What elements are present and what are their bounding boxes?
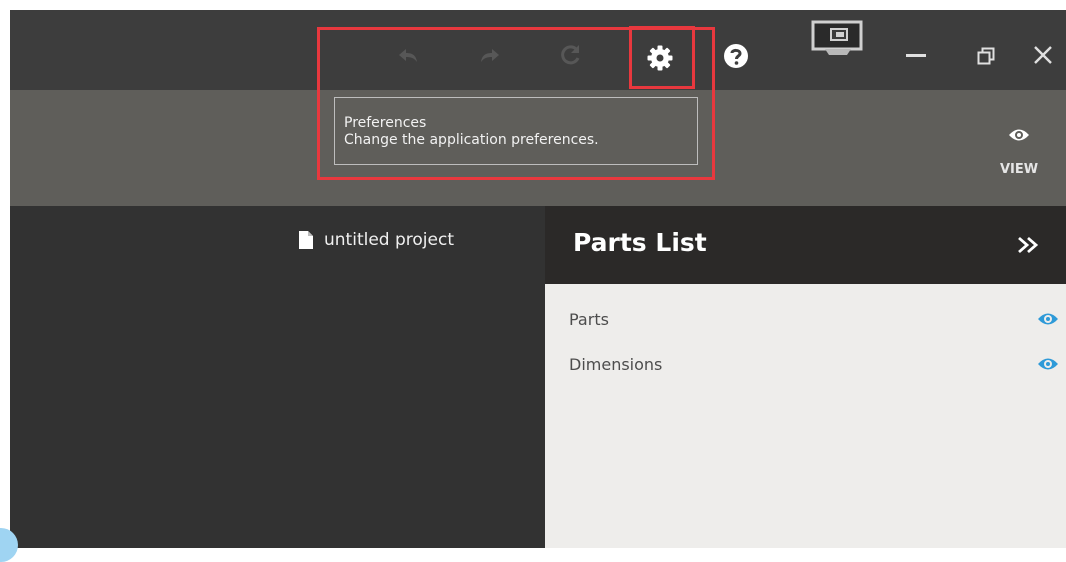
- file-icon: [299, 231, 313, 249]
- collapse-panel-icon[interactable]: [1013, 232, 1043, 258]
- view-label[interactable]: VIEW: [998, 162, 1040, 177]
- minimize-icon[interactable]: [903, 46, 929, 66]
- restore-icon[interactable]: [973, 43, 999, 69]
- help-icon[interactable]: [721, 41, 751, 71]
- highlight-box-preferences: [629, 26, 695, 89]
- project-title[interactable]: untitled project: [298, 230, 454, 250]
- eye-icon[interactable]: [1037, 357, 1059, 371]
- parts-list-panel: Parts Dimensions: [545, 284, 1066, 548]
- dimensions-label: Dimensions: [569, 354, 663, 374]
- parts-label: Parts: [569, 309, 609, 329]
- list-item[interactable]: Parts: [569, 305, 1059, 333]
- eye-icon[interactable]: [1037, 312, 1059, 326]
- close-icon[interactable]: [1030, 42, 1056, 68]
- list-item[interactable]: Dimensions: [569, 350, 1059, 378]
- view-eye-icon[interactable]: [1004, 124, 1034, 146]
- application-window: VIEW Preferences Change the application …: [10, 10, 1066, 548]
- parts-list-header: Parts List: [545, 206, 1066, 284]
- monitor-icon[interactable]: [805, 18, 871, 58]
- project-name: untitled project: [324, 230, 454, 250]
- parts-list-title: Parts List: [573, 228, 707, 257]
